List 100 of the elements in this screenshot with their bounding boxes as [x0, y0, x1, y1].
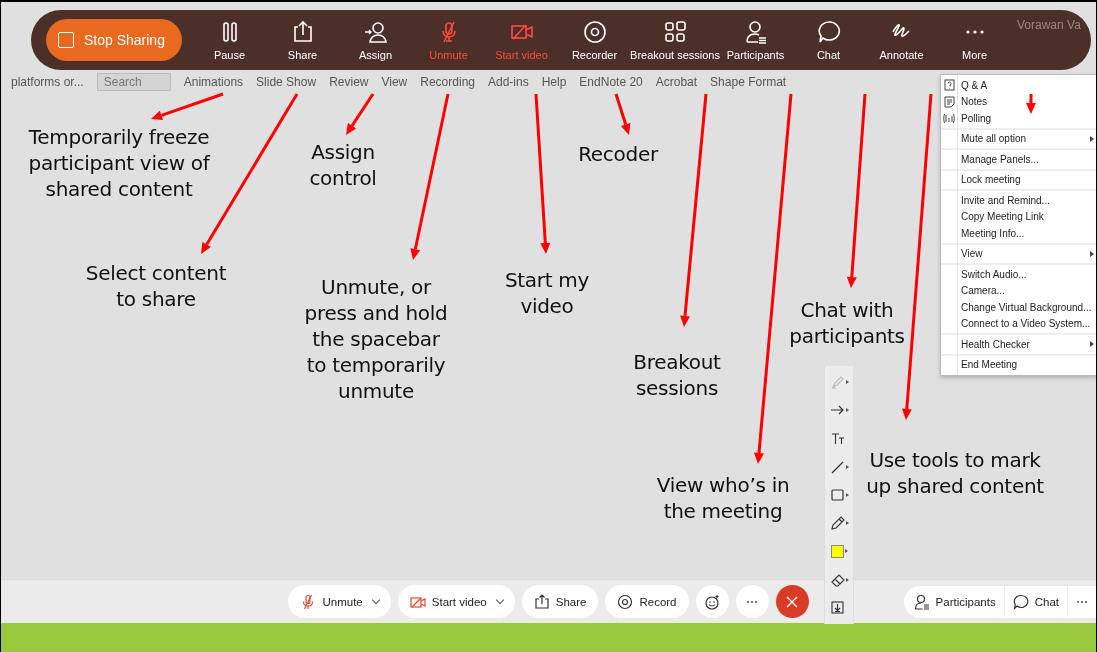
- pointer-arrow: [614, 93, 631, 135]
- ribbon-tab[interactable]: Recording: [420, 75, 475, 89]
- menu-item[interactable]: Meeting Info...: [941, 225, 1096, 242]
- more-button[interactable]: ⋯: [735, 585, 769, 618]
- search-field[interactable]: Search: [96, 73, 171, 91]
- menu-item[interactable]: Lock meeting: [941, 171, 1096, 188]
- menu-item-label: Connect to a Video System...: [961, 318, 1091, 330]
- menu-item[interactable]: Switch Audio...: [941, 266, 1096, 283]
- menu-item-label: Manage Panels...: [961, 153, 1039, 165]
- meeting-control-button[interactable]: Chat: [1003, 585, 1067, 618]
- more-icon: [965, 29, 984, 34]
- menu-item-label: Polling: [961, 112, 992, 124]
- ribbon-tab[interactable]: Help: [541, 75, 567, 89]
- ribbon-tab[interactable]: Acrobat: [655, 75, 698, 89]
- assign-icon: [363, 19, 388, 44]
- close-icon: [786, 595, 798, 608]
- callout-text: Chat with participants: [788, 297, 906, 349]
- more-button[interactable]: ⋯: [1067, 585, 1096, 618]
- toolbar-button[interactable]: Assign: [339, 19, 412, 61]
- note-icon: [943, 95, 955, 108]
- ribbon-tab[interactable]: EndNote 20: [579, 75, 643, 89]
- menu-item[interactable]: Q & A: [941, 77, 1096, 94]
- callout-text: Assign control: [308, 139, 378, 191]
- meeting-control-button[interactable]: Unmute: [288, 585, 391, 618]
- menu-item[interactable]: Invite and Remind...: [941, 192, 1096, 209]
- toolbar-button[interactable]: More: [938, 19, 1011, 61]
- menu-item[interactable]: Polling: [941, 110, 1096, 127]
- toolbar-button[interactable]: Share: [266, 19, 339, 61]
- menu-item[interactable]: Manage Panels...: [941, 151, 1096, 168]
- menu-item-label: Mute all option: [961, 133, 1027, 145]
- share-icon: [533, 593, 550, 610]
- menu-item-label: Switch Audio...: [961, 268, 1027, 280]
- menu-item-label: Change Virtual Background...: [961, 301, 1092, 313]
- highlighter-icon: [829, 374, 845, 391]
- bar-chart-icon: [943, 112, 955, 125]
- toolbar-button[interactable]: Annotate: [865, 19, 938, 61]
- pointer-arrow: [346, 93, 375, 135]
- save-icon: [829, 599, 845, 616]
- toolbar-button[interactable]: Recorder: [558, 19, 631, 61]
- ribbon-tab[interactable]: Review: [329, 75, 369, 89]
- participants-icon: [743, 19, 768, 44]
- toolbar-button[interactable]: Breakout sessions: [631, 19, 719, 61]
- menu-item[interactable]: Change Virtual Background...: [941, 299, 1096, 316]
- meeting-control-button[interactable]: Start video: [397, 585, 515, 618]
- pointer-arrow: [1026, 94, 1036, 114]
- ribbon-tab[interactable]: Animations: [183, 75, 244, 89]
- person-icon: [913, 593, 930, 610]
- user-name: Vorawan Va: [1017, 18, 1081, 32]
- menu-item-label: Health Checker: [961, 338, 1030, 350]
- menu-item-label: Camera...: [961, 285, 1005, 297]
- text-size-icon: [829, 430, 845, 447]
- toolbar-button[interactable]: Chat: [792, 19, 865, 61]
- ribbon-tab[interactable]: Add-ins: [488, 75, 529, 89]
- smiley-icon: [704, 593, 720, 610]
- breakout-icon: [663, 19, 687, 44]
- menu-item-label: View: [961, 248, 983, 260]
- callout-text: Breakout sessions: [632, 349, 722, 401]
- callout-text: View who’s in the meeting: [655, 472, 791, 524]
- meeting-control-button[interactable]: Record: [605, 585, 689, 618]
- menu-item-label: Q & A: [961, 79, 988, 91]
- chat-icon: [1012, 593, 1029, 610]
- rectangle-icon: [829, 487, 845, 503]
- callout-text: Unmute, or press and hold the spacebar to temporarily unmute: [303, 274, 449, 404]
- menu-item[interactable]: Notes: [941, 93, 1096, 110]
- question-icon: [943, 79, 955, 92]
- toolbar-button[interactable]: Participants: [719, 19, 792, 61]
- callout-text: Select content to share: [84, 260, 228, 312]
- menu-item[interactable]: Connect to a Video System...: [941, 315, 1096, 332]
- menu-item-label: Copy Meeting Link: [961, 211, 1044, 223]
- meeting-control-button[interactable]: [695, 585, 729, 618]
- menu-item[interactable]: Mute all option: [941, 130, 1096, 147]
- pencil-icon: [829, 515, 845, 532]
- menu-item-label: Notes: [961, 96, 988, 108]
- square-icon: [58, 32, 74, 48]
- menu-item-label: End Meeting: [961, 359, 1018, 371]
- callout-text: Start my video: [503, 267, 591, 319]
- callout-text: Recoder: [577, 141, 660, 167]
- chat-icon: [816, 19, 841, 44]
- ribbon-tab[interactable]: Slide Show: [256, 75, 317, 89]
- menu-item[interactable]: Health Checker: [941, 336, 1096, 353]
- menu-item[interactable]: Copy Meeting Link: [941, 208, 1096, 225]
- meeting-control-button[interactable]: Share: [521, 585, 599, 618]
- menu-item[interactable]: Camera...: [941, 282, 1096, 299]
- menu-item[interactable]: View: [941, 245, 1096, 262]
- toolbar-button[interactable]: Unmute: [412, 19, 485, 61]
- toolbar-button[interactable]: Pause: [193, 19, 266, 61]
- ribbon-tab[interactable]: View: [381, 75, 408, 89]
- end-meeting-button[interactable]: [775, 585, 809, 618]
- meeting-control-button[interactable]: Participants: [903, 585, 1004, 618]
- menu-item[interactable]: End Meeting: [941, 356, 1096, 373]
- toolbar-button[interactable]: Start video: [485, 19, 558, 61]
- callout-text: Temporarily freeze participant view of shared content: [27, 124, 212, 202]
- menu-item-label: Invite and Remind...: [961, 194, 1050, 206]
- menu-item-label: Lock meeting: [961, 174, 1021, 186]
- callout-text: Use tools to mark up shared content: [865, 447, 1045, 499]
- document-title: platforms or...: [11, 75, 84, 89]
- ribbon-tab[interactable]: Shape Format: [710, 75, 787, 89]
- recorder-icon: [582, 19, 607, 44]
- menu-item-label: Meeting Info...: [961, 227, 1025, 239]
- record-icon: [617, 593, 634, 610]
